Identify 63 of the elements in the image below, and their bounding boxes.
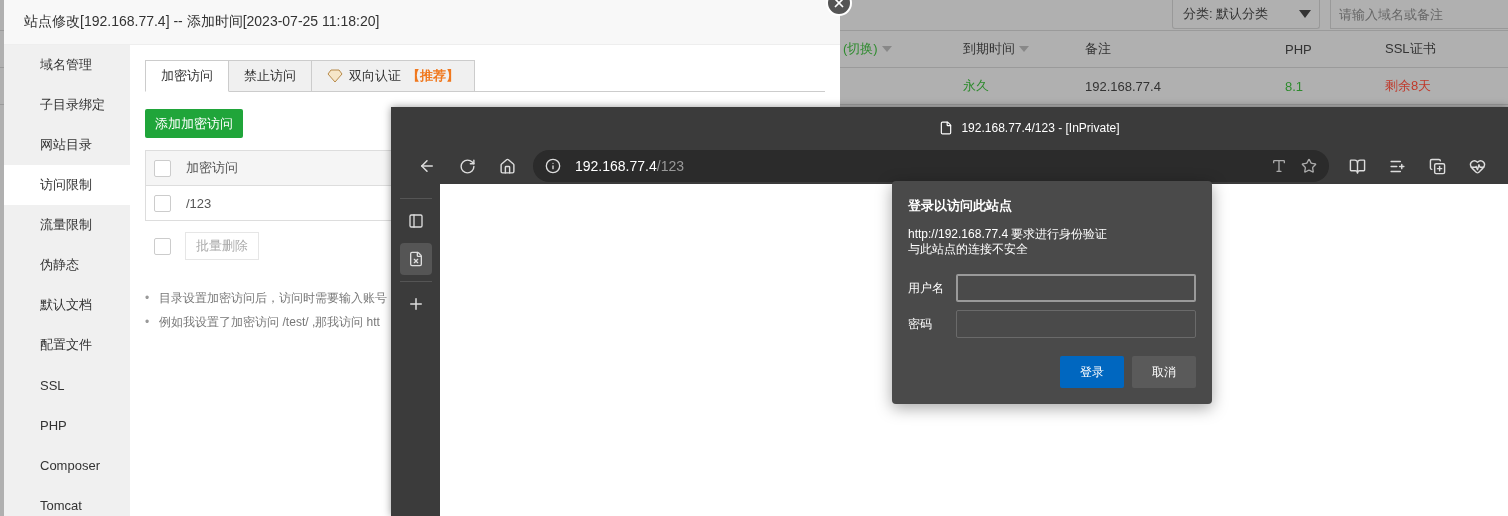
field-label: 密码 — [908, 315, 933, 333]
category-select[interactable]: 分类: 默认分类 — [1172, 0, 1320, 29]
input-field[interactable] — [956, 274, 1196, 302]
heart-pulse-icon[interactable] — [1468, 157, 1486, 175]
sidebar-item[interactable]: PHP — [4, 405, 130, 445]
collections-icon[interactable] — [1428, 157, 1446, 175]
bullet: • — [145, 314, 150, 331]
diamond-icon — [327, 69, 343, 83]
checkbox[interactable] — [154, 237, 171, 255]
column-header: 备注 — [1085, 40, 1112, 58]
login-button[interactable]: 登录 — [1060, 356, 1124, 388]
sidebar-item[interactable]: 默认文档 — [4, 285, 130, 325]
dialog-message: http://192.168.77.4 要求进行身份验证 — [908, 227, 1109, 242]
note-text: 例如我设置了加密访问 /test/ ,那我访问 htt — [159, 314, 380, 331]
table-cell: 剩余8天 — [1385, 77, 1432, 95]
address-bar[interactable]: 192.168.77.4/123 — [533, 150, 1329, 182]
sidebar-item[interactable]: 网站目录 — [4, 125, 130, 165]
dialog-title: 站点修改[192.168.77.4] -- 添加时间[2023-07-25 11:18:20] — [4, 0, 840, 45]
type-icon[interactable] — [1271, 158, 1287, 174]
cancel-button[interactable]: 取消 — [1132, 356, 1196, 388]
table-cell: 8.1 — [1285, 78, 1304, 94]
checkbox[interactable] — [154, 159, 171, 177]
back-icon[interactable] — [418, 157, 436, 175]
bullet: • — [145, 290, 150, 307]
sidebar-item[interactable]: SSL — [4, 365, 130, 405]
note-text: 目录设置加密访问后，访问时需要输入账号 — [159, 290, 388, 307]
tab[interactable]: 禁止访问 — [228, 60, 312, 91]
table-cell: 永久 — [963, 77, 989, 95]
book-icon[interactable] — [1348, 157, 1366, 175]
tab-button[interactable] — [399, 243, 432, 275]
column-header: 加密访问 — [186, 159, 238, 177]
sidebar-item[interactable]: 伪静态 — [4, 245, 130, 285]
sidebar-item[interactable]: 访问限制 — [4, 165, 130, 205]
search-field[interactable]: 请输入域名或备注 — [1330, 0, 1508, 29]
home-icon[interactable] — [498, 157, 516, 175]
sidebar-item[interactable]: 流量限制 — [4, 205, 130, 245]
column-header: PHP — [1285, 41, 1313, 57]
sidebar-item[interactable]: 配置文件 — [4, 325, 130, 365]
tab[interactable]: 双向认证 【推荐】 — [311, 60, 475, 91]
field-label: 用户名 — [908, 279, 945, 297]
column-header: SSL证书 — [1385, 40, 1437, 58]
table-cell: /123 — [186, 195, 212, 211]
sidebar-item[interactable]: Tomcat — [4, 485, 130, 516]
refresh-icon[interactable] — [458, 157, 476, 175]
input-field[interactable] — [956, 310, 1196, 338]
close-icon[interactable] — [832, 0, 846, 10]
dialog-message: 与此站点的连接不安全 — [908, 242, 1029, 257]
page-icon — [939, 120, 954, 135]
dialog-title: 登录以访问此站点 — [908, 197, 1013, 215]
sidebar-item[interactable]: 域名管理 — [4, 45, 130, 85]
sidebar-item[interactable]: Composer — [4, 445, 130, 485]
file-x-icon[interactable] — [407, 251, 424, 267]
window-title: 192.168.77.4/123 - [InPrivate] — [961, 120, 1120, 135]
checkbox[interactable] — [154, 194, 171, 212]
tab[interactable]: 加密访问 — [145, 60, 229, 92]
star-icon[interactable] — [1301, 158, 1317, 174]
info-icon — [545, 158, 561, 174]
sidebar-item[interactable]: 子目录绑定 — [4, 85, 130, 125]
url-text: 192.168.77.4/123 — [575, 158, 685, 174]
caret-icon — [1299, 10, 1311, 18]
column-header[interactable]: 到期时间 — [963, 40, 1085, 58]
table-cell: 192.168.77.4 — [1085, 78, 1161, 94]
panel-icon[interactable] — [407, 213, 424, 229]
